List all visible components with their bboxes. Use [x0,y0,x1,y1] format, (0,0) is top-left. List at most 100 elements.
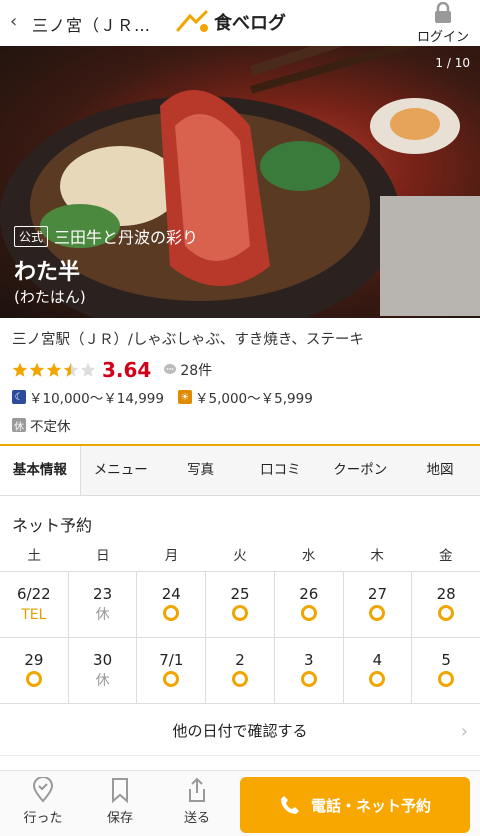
tab-basic-info[interactable]: 基本情報 [0,446,81,495]
available-ring-icon [300,670,317,691]
rating-stars [12,362,96,378]
weekday-header: 土 日 月 火 水 木 金 [0,540,480,572]
rating-row[interactable]: 3.64 28件 [12,358,468,382]
calendar-date: 30 [93,650,113,669]
available-ring-icon [163,670,180,691]
lunch-price-text: ￥5,000～￥5,999 [194,391,313,407]
closed-status: 休 [95,606,110,623]
save-button[interactable]: 保存 [89,777,151,826]
tab-photos[interactable]: 写真 [160,446,241,495]
available-ring-icon [300,604,317,625]
tab-coupons[interactable]: クーポン [320,446,401,495]
login-label: ログイン [416,30,469,45]
star-half-icon [63,362,79,377]
calendar-date: 27 [367,584,387,603]
calendar-day-cell[interactable]: 25 [206,572,275,637]
hero-photo[interactable]: 1 / 10 公式 三田牛と丹波の彩り わた半 (わたはん) [0,46,480,318]
calendar-date: 2 [235,650,245,669]
chevron-right-icon: › [460,721,468,742]
calendar-date: 25 [230,584,250,603]
restaurant-tagline: 三田牛と丹波の彩り [54,228,199,247]
restaurant-info: 三ノ宮駅（ＪＲ）/しゃぶしゃぶ、すき焼き、ステーキ 3.64 28件 ☾ ￥10… [0,318,480,444]
calendar-date: 5 [441,650,451,669]
circle-available-icon [438,604,455,621]
available-ring-icon [163,604,180,625]
star-full-icon [46,362,62,377]
restaurant-name: わた半 [14,260,81,285]
calendar-date: 4 [372,650,383,669]
calendar-day-cell[interactable]: 2 [206,638,275,703]
calendar-day-cell[interactable]: 3 [275,638,344,703]
reservation-title: ネット予約 [12,516,93,535]
calendar-day-cell[interactable]: 26 [275,572,344,637]
calendar-date: 6/22 [17,584,51,603]
calendar-day-cell[interactable]: 6/22 TEL [0,572,69,637]
closed-badge: 休 [12,418,26,433]
calendar-day-cell[interactable]: 5 [412,638,480,703]
calendar-day-cell[interactable]: 7/1 [137,638,207,703]
calendar-date: 3 [303,650,314,669]
tab-reviews[interactable]: 口コミ [240,446,321,495]
available-ring-icon [438,670,455,691]
dinner-price: ☾ ￥10,000～￥14,999 [12,387,164,407]
calendar-day-cell[interactable]: 24 [137,572,207,637]
star-full-icon [29,362,45,377]
calendar-week-row: 6/22 TEL 23 休 24 25 26 27 28 [0,572,480,638]
available-ring-icon [232,604,249,625]
app-header: ‹ 三ノ宮（ＪＲ… 食べログ ログイン [0,0,480,46]
detail-tabs: 基本情報 メニュー 写真 口コミ クーポン 地図 [0,444,480,496]
check-pin-icon [32,777,54,803]
calendar-date: 29 [24,650,44,669]
star-empty-icon [80,362,96,377]
review-count-text: 28件 [180,363,213,379]
available-ring-icon [438,604,455,625]
star-full-icon [12,362,28,377]
available-ring-icon [369,670,386,691]
lock-icon [435,2,451,23]
lunch-price: ☀ ￥5,000～￥5,999 [177,387,313,407]
weekday-sat: 土 [27,548,42,564]
calendar-date: 26 [299,584,319,603]
circle-available-icon [300,670,317,687]
circle-available-icon [25,670,42,687]
available-ring-icon [25,670,42,691]
share-icon [189,777,205,802]
calendar-day-cell[interactable]: 27 [344,572,413,637]
calendar-week-row: 29 30 休 7/1 2 3 4 5 [0,638,480,704]
review-count[interactable]: 28件 [163,360,212,380]
circle-available-icon [300,604,317,621]
breadcrumb[interactable]: 三ノ宮（ＪＲ… [32,12,151,36]
login-button[interactable]: ログイン [416,2,470,45]
phone-icon [280,796,299,814]
circle-available-icon [163,670,180,687]
cta-label: 電話・ネット予約 [310,796,431,815]
calendar-day-cell: 30 休 [69,638,138,703]
calendar-date: 23 [93,584,113,603]
tab-menu[interactable]: メニュー [80,446,161,495]
chevron-left-icon[interactable]: ‹ [10,12,30,32]
calendar-day-cell[interactable]: 4 [344,638,413,703]
tab-map[interactable]: 地図 [400,446,480,495]
bottom-action-bar: 行った 保存 送る 電話・ネット予約 [0,770,480,836]
photo-counter: 1 / 10 [435,56,470,70]
other-dates-button[interactable]: 他の日付で確認する › [0,706,480,756]
calendar-date: 28 [436,584,456,603]
circle-available-icon [369,670,386,687]
share-label: 送る [183,811,210,826]
calendar-day-cell[interactable]: 28 [412,572,480,637]
tabelog-logo[interactable]: 食べログ [176,8,286,36]
available-ring-icon [369,604,386,625]
circle-available-icon [369,604,386,621]
weekday-fri: 金 [439,548,453,564]
circle-available-icon [232,670,249,687]
calendar-day-cell[interactable]: 29 [0,638,69,703]
logo-text: 食べログ [214,13,286,34]
speech-bubble-icon [164,364,177,374]
went-button[interactable]: 行った [12,777,74,826]
rating-score: 3.64 [102,358,152,382]
genre-text[interactable]: 三ノ宮駅（ＪＲ）/しゃぶしゃぶ、すき焼き、ステーキ [12,328,468,349]
share-button[interactable]: 送る [166,777,228,826]
phone-reserve-button[interactable]: 電話・ネット予約 [240,777,470,833]
weekday-tue: 火 [233,548,247,564]
dinner-price-text: ￥10,000～￥14,999 [29,391,164,407]
